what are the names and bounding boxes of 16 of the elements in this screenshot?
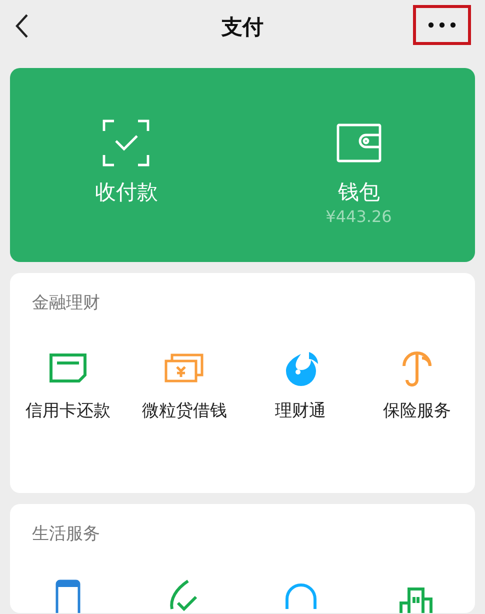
card-icon[interactable] [49, 353, 88, 384]
service-label[interactable]: 微粒贷借钱 [142, 401, 227, 422]
more-icon [428, 22, 456, 28]
phone-icon[interactable] [55, 579, 82, 613]
more-button[interactable] [413, 5, 471, 45]
wallet-icon [336, 123, 382, 163]
back-button[interactable] [14, 12, 30, 40]
bills-icon[interactable] [164, 353, 204, 384]
scan-icon [102, 119, 150, 167]
section-title: 金融理财 [31, 292, 101, 314]
section-title: 生活服务 [31, 523, 101, 544]
balance-amount: ¥443.26 [326, 207, 392, 226]
service-label[interactable]: 信用卡还款 [26, 401, 111, 422]
page-title: 支付 [222, 14, 264, 42]
service-label[interactable]: 理财通 [275, 401, 326, 422]
service-label[interactable]: 保险服务 [382, 401, 451, 422]
